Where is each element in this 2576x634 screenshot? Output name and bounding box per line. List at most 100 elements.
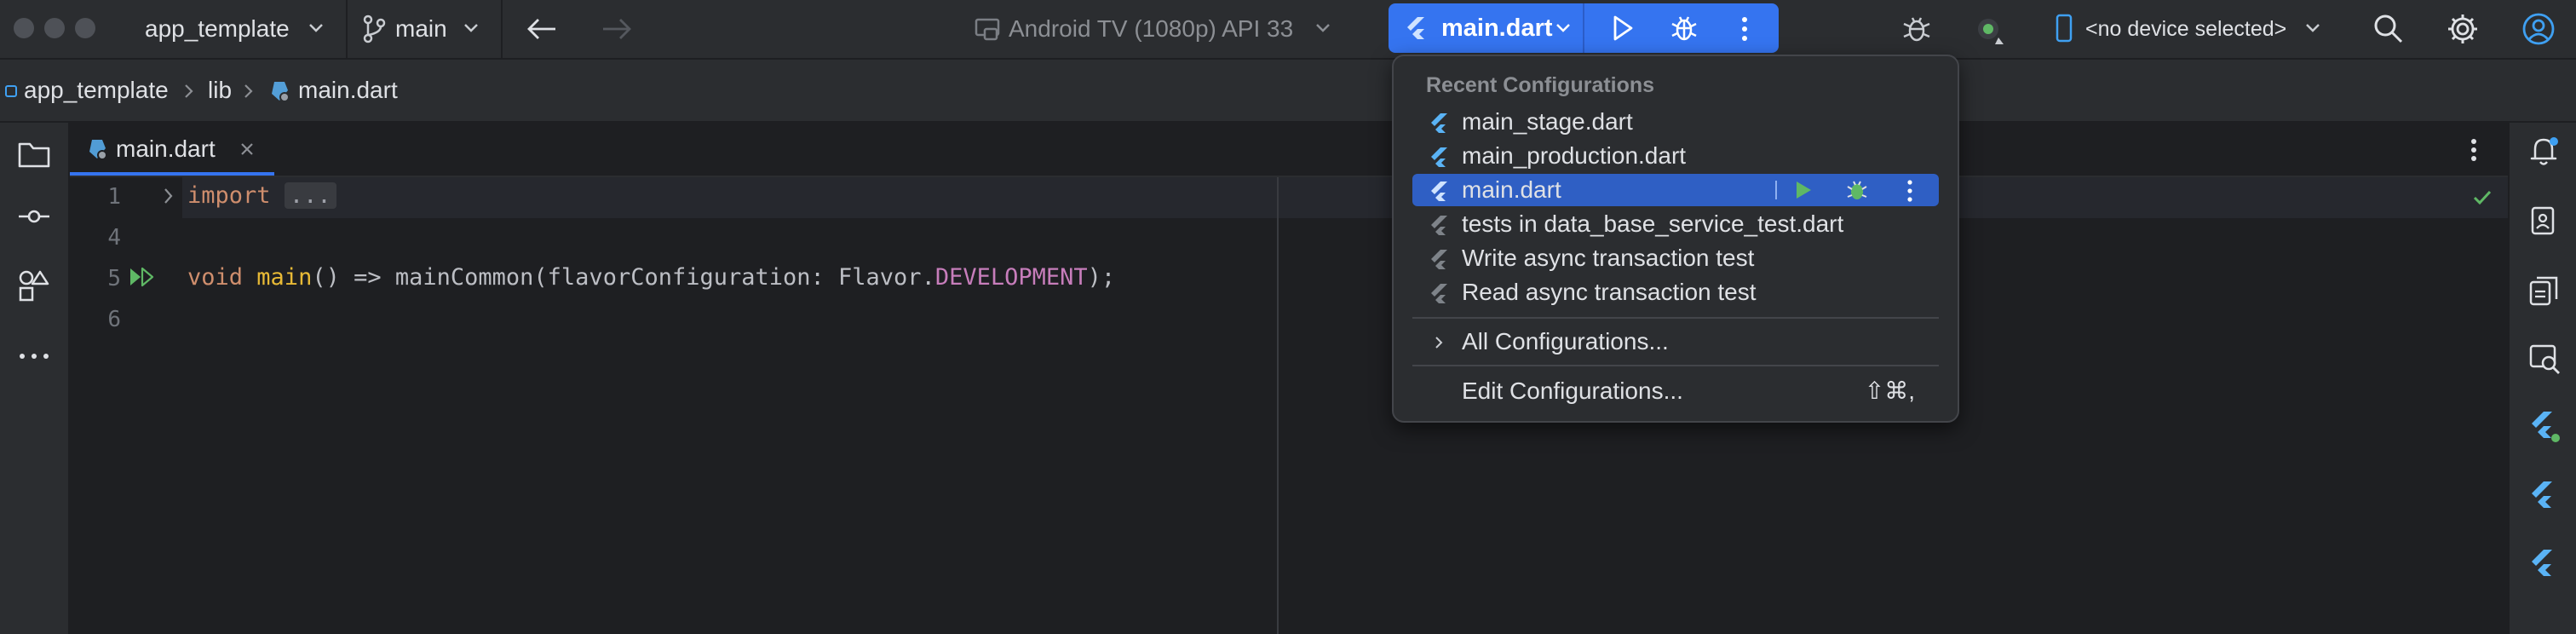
gear-icon[interactable]	[2447, 13, 2479, 45]
flutter-icon	[1431, 113, 1447, 133]
config-label: Read async transaction test	[1462, 279, 1757, 305]
all-configurations-item[interactable]: All Configurations...	[1412, 326, 1939, 358]
edit-configurations-item[interactable]: Edit Configurations... ⇧⌘,	[1412, 375, 1939, 407]
tab-label: main.dart	[116, 135, 216, 162]
phone-icon	[2056, 14, 2073, 43]
chevron-down-icon	[1556, 24, 1570, 32]
left-tool-strip	[0, 123, 70, 634]
code-editor[interactable]: import ... void main() => mainCommon(fla…	[182, 177, 2508, 634]
config-item-read-async[interactable]: Read async transaction test	[1412, 276, 1939, 308]
commit-icon[interactable]	[17, 208, 51, 225]
dart-file-icon	[89, 140, 107, 160]
line-number: 4	[107, 225, 121, 251]
tab-main-dart[interactable]: main.dart	[70, 123, 274, 176]
code-line-5: void main() => mainCommon(flavorConfigur…	[187, 264, 1115, 291]
run-config-widget[interactable]: main.dart	[1389, 3, 1779, 53]
folder-icon[interactable]	[17, 140, 51, 169]
chevron-down-icon	[2306, 24, 2320, 32]
config-item-main-stage[interactable]: main_stage.dart	[1412, 106, 1939, 138]
config-item-main-production[interactable]: main_production.dart	[1412, 140, 1939, 172]
more-vertical-icon[interactable]	[1906, 180, 1913, 202]
flutter-test-icon	[1431, 250, 1447, 269]
breadcrumb-project[interactable]: app_template	[24, 60, 169, 121]
structure-icon[interactable]	[17, 269, 51, 302]
config-label: Write async transaction test	[1462, 245, 1755, 271]
device-icon	[975, 18, 1000, 41]
divider	[1412, 365, 1939, 366]
folded-imports[interactable]: ...	[284, 182, 336, 209]
line-number: 5	[107, 266, 121, 291]
config-label: main_production.dart	[1462, 142, 1687, 169]
run-configurations-popup: Recent Configurations main_stage.dart ma…	[1392, 55, 1959, 423]
right-margin-guide	[1277, 177, 1279, 634]
breadcrumb-lib[interactable]: lib	[208, 60, 232, 121]
chevron-right-icon	[1435, 337, 1443, 349]
breadcrumb-file[interactable]: main.dart	[298, 60, 398, 121]
title-bar: app_template main Android TV (1080p) API…	[0, 0, 2576, 60]
config-item-main-dart-selected[interactable]: main.dart	[1412, 174, 1939, 206]
chevron-right-icon	[244, 84, 253, 98]
debug-attach-icon[interactable]	[1900, 14, 1934, 46]
code-text: );	[1087, 264, 1116, 291]
device-config-label[interactable]: Android TV (1080p) API 33	[1009, 0, 1293, 58]
search-icon[interactable]	[2373, 14, 2404, 44]
flutter-test-icon	[1431, 284, 1447, 303]
right-tool-strip	[2508, 123, 2576, 634]
flutter-test-icon	[1431, 216, 1447, 235]
flutter-icon	[1431, 182, 1447, 201]
window-close-button[interactable]	[14, 18, 34, 38]
line-number-gutter: 1 4 5 6	[70, 177, 184, 634]
code-text: () => mainCommon(flavorConfiguration: Fl…	[312, 264, 935, 291]
run-config-label[interactable]: main.dart	[1441, 0, 1553, 57]
config-item-write-async[interactable]: Write async transaction test	[1412, 242, 1939, 274]
dart-file-icon	[272, 82, 290, 102]
device-selector-label[interactable]: <no device selected>	[2085, 0, 2286, 58]
more-vertical-icon[interactable]	[2470, 138, 2477, 162]
no-problems-check-icon[interactable]	[2472, 189, 2493, 206]
flutter-inspector-icon[interactable]	[1975, 15, 2005, 46]
fold-chevron-icon[interactable]	[164, 187, 174, 205]
chevron-down-icon	[1316, 24, 1330, 32]
keyword-void: void	[187, 264, 244, 291]
run-icon[interactable]	[1612, 14, 1634, 42]
debug-icon[interactable]	[1845, 178, 1869, 202]
config-item-tests-data-base-service[interactable]: tests in data_base_service_test.dart	[1412, 208, 1939, 240]
debug-icon[interactable]	[1670, 14, 1699, 43]
project-name[interactable]: app_template	[145, 0, 290, 58]
chevron-right-icon	[185, 84, 193, 98]
line-number: 1	[107, 184, 121, 210]
editor-tab-bar: main.dart	[70, 123, 2508, 177]
flutter-inspector-tool-icon[interactable]	[2528, 409, 2562, 445]
more-horizontal-icon[interactable]	[19, 353, 49, 360]
layout-inspector-icon[interactable]	[2528, 343, 2562, 377]
config-label: main_stage.dart	[1462, 108, 1633, 135]
run-icon[interactable]	[1794, 180, 1813, 200]
line-number: 6	[107, 307, 121, 332]
recent-configurations-header: Recent Configurations	[1426, 73, 1655, 97]
chevron-down-icon	[309, 24, 323, 32]
branch-name[interactable]: main	[395, 0, 447, 58]
device-file-explorer-icon[interactable]	[2528, 274, 2561, 307]
flutter-icon	[1407, 17, 1424, 39]
back-arrow-icon[interactable]	[526, 17, 557, 41]
account-avatar-icon[interactable]	[2521, 12, 2556, 46]
window-minimize-button[interactable]	[44, 18, 65, 38]
forward-arrow-icon[interactable]	[601, 17, 632, 41]
more-vertical-icon[interactable]	[1741, 16, 1748, 42]
flutter-performance-icon[interactable]	[2528, 547, 2562, 583]
run-gutter-icon[interactable]	[128, 266, 158, 288]
module-icon	[5, 85, 17, 97]
flutter-outline-icon[interactable]	[2528, 479, 2562, 515]
notifications-icon[interactable]	[2528, 135, 2561, 169]
config-label: main.dart	[1462, 176, 1561, 203]
edit-configurations-label: Edit Configurations...	[1462, 378, 1683, 404]
current-line-highlight	[182, 177, 2508, 218]
window-zoom-button[interactable]	[75, 18, 95, 38]
breadcrumb: app_template lib main.dart	[0, 60, 2576, 123]
close-icon[interactable]	[240, 142, 254, 156]
chevron-down-icon	[464, 24, 478, 32]
edit-configurations-shortcut: ⇧⌘,	[1864, 378, 1915, 404]
all-configurations-label: All Configurations...	[1462, 328, 1669, 354]
device-manager-icon[interactable]	[2528, 205, 2561, 237]
code-line-1: import ...	[187, 182, 336, 209]
